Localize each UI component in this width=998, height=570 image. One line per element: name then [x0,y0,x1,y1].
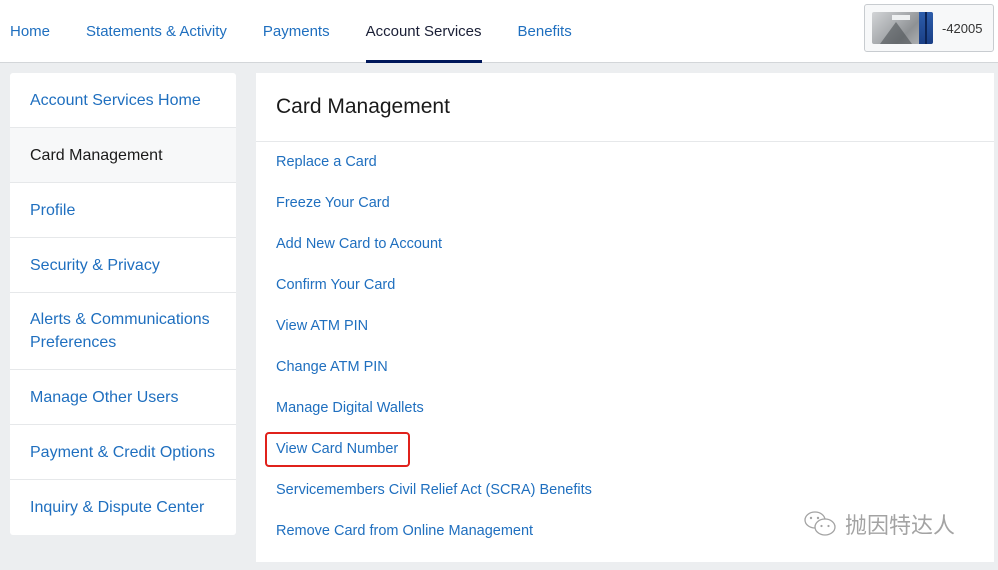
link-label: Replace a Card [276,154,377,170]
link-view-atm-pin[interactable]: View ATM PIN [276,315,994,356]
sidebar-item-inquiry-dispute-center[interactable]: Inquiry & Dispute Center [10,480,236,535]
sidebar-item-manage-other-users[interactable]: Manage Other Users [10,370,236,425]
link-add-new-card[interactable]: Add New Card to Account [276,233,994,274]
sidebar-item-account-services-home[interactable]: Account Services Home [10,73,236,128]
sidebar-item-security-privacy[interactable]: Security & Privacy [10,238,236,293]
account-services-sidebar: Account Services Home Card Management Pr… [10,73,236,535]
link-label: Servicemembers Civil Relief Act (SCRA) B… [276,482,592,498]
link-confirm-card[interactable]: Confirm Your Card [276,274,994,315]
nav-payments[interactable]: Payments [254,0,339,63]
link-change-atm-pin[interactable]: Change ATM PIN [276,356,994,397]
link-label: Remove Card from Online Management [276,523,534,539]
wechat-icon [804,511,836,536]
link-label: Change ATM PIN [276,359,388,375]
link-label: View ATM PIN [276,318,369,334]
nav-account-services[interactable]: Account Services [357,0,491,63]
sidebar-item-alerts-communications[interactable]: Alerts & Communications Preferences [10,293,236,370]
page-title: Card Management [256,73,994,142]
card-switcher-button[interactable]: -42005 [864,4,994,52]
link-label: Freeze Your Card [276,195,390,211]
link-view-card-number[interactable]: View Card Number [264,432,994,479]
link-manage-digital-wallets[interactable]: Manage Digital Wallets [276,397,994,438]
link-label: Add New Card to Account [276,236,443,252]
top-navigation-bar: Home Statements & Activity Payments Acco… [0,0,998,63]
nav-statements-activity[interactable]: Statements & Activity [77,0,236,63]
link-freeze-card[interactable]: Freeze Your Card [276,192,994,233]
sidebar-item-payment-credit-options[interactable]: Payment & Credit Options [10,425,236,480]
watermark: 抛因特达人 [803,508,955,540]
card-management-panel: Card Management Replace a Card Freeze Yo… [256,73,994,562]
nav-home[interactable]: Home [0,0,59,63]
link-replace-card[interactable]: Replace a Card [276,151,994,192]
card-thumbnail-icon [872,12,933,44]
card-management-links: Replace a Card Freeze Your Card Add New … [256,142,994,561]
highlighted-link-label: View Card Number [264,432,411,467]
nav-benefits[interactable]: Benefits [509,0,581,63]
sidebar-item-card-management[interactable]: Card Management [10,128,236,183]
watermark-text: 抛因特达人 [845,513,956,538]
link-label: Manage Digital Wallets [276,400,424,416]
card-number-suffix: -42005 [942,20,983,36]
sidebar-item-profile[interactable]: Profile [10,183,236,238]
main-nav: Home Statements & Activity Payments Acco… [0,0,581,63]
link-label: Confirm Your Card [276,277,396,293]
